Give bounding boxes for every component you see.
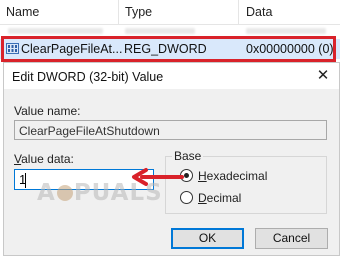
row-name: ClearPageFileAt...	[21, 42, 123, 56]
close-button[interactable]: ✕	[313, 66, 333, 86]
value-name-label: Value name:	[14, 104, 81, 118]
column-separator[interactable]	[118, 0, 119, 25]
row-data: 0x00000000 (0)	[246, 42, 334, 56]
close-icon: ✕	[316, 67, 330, 84]
list-item[interactable]	[0, 25, 340, 37]
column-separator[interactable]	[238, 0, 239, 25]
column-header-type[interactable]: Type	[125, 5, 152, 19]
column-header-data[interactable]: Data	[246, 5, 272, 19]
decimal-label[interactable]: Decimal	[198, 191, 241, 205]
edit-dword-dialog: Edit DWORD (32-bit) Value ✕ Value name: …	[3, 62, 340, 256]
column-header-name[interactable]: Name	[6, 5, 39, 19]
column-header-bar: Name Type Data	[0, 0, 340, 25]
registry-binary-value-icon	[6, 43, 19, 54]
appuals-watermark-logo: A PUALS	[37, 180, 163, 206]
decimal-radio[interactable]	[180, 191, 193, 204]
dialog-title: Edit DWORD (32-bit) Value	[12, 70, 164, 84]
base-label: Base	[172, 149, 204, 163]
value-data-label: Value data:	[14, 152, 74, 166]
row-type: REG_DWORD	[124, 42, 207, 56]
cancel-button[interactable]: Cancel	[255, 228, 328, 249]
value-name-text: ClearPageFileAtShutdown	[19, 124, 160, 138]
ok-button[interactable]: OK	[171, 228, 244, 249]
value-name-field: ClearPageFileAtShutdown	[14, 120, 327, 140]
selected-registry-row[interactable]: ClearPageFileAt... REG_DWORD 0x00000000 …	[0, 39, 340, 59]
base-groupbox	[165, 156, 327, 214]
text-caret	[25, 173, 26, 188]
dialog-title-bar[interactable]: Edit DWORD (32-bit) Value ✕	[4, 63, 339, 89]
hexadecimal-label[interactable]: Hexadecimal	[198, 169, 267, 183]
